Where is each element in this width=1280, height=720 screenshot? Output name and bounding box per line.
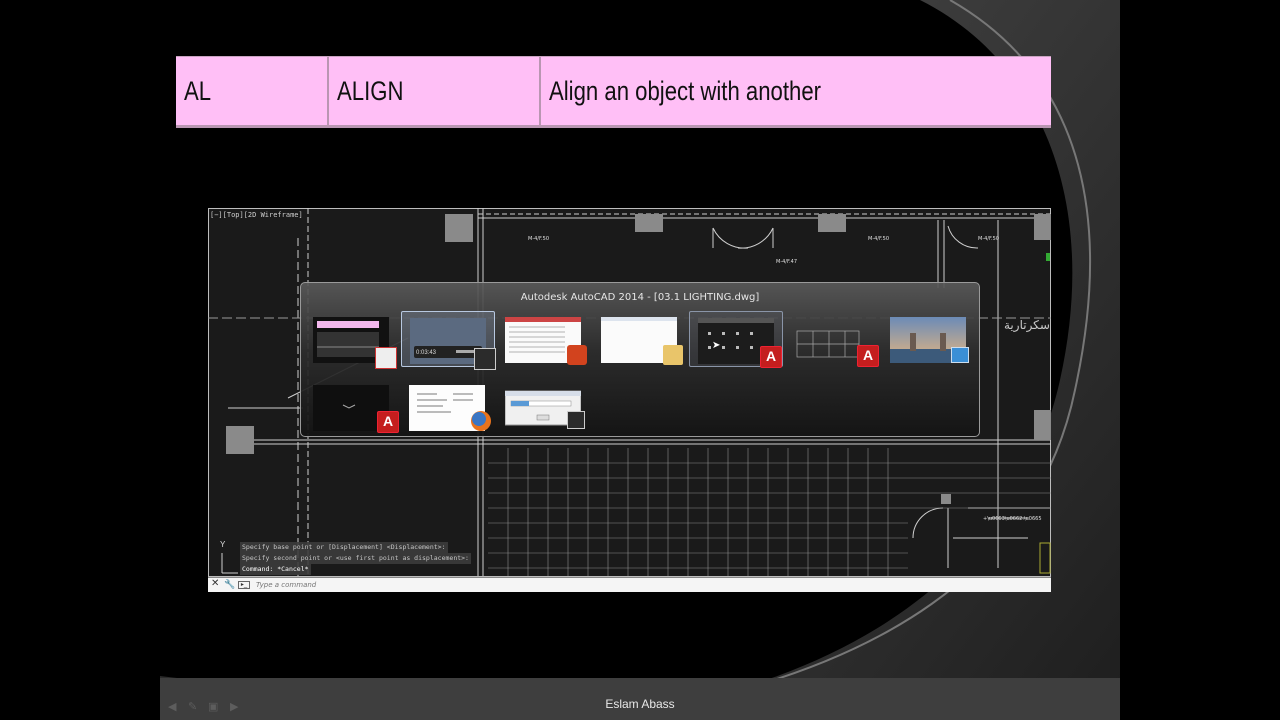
powerpoint-icon (375, 347, 397, 369)
acrobat-icon (567, 345, 587, 365)
video-icon (474, 348, 496, 370)
window-thumb-autocad[interactable]: ➤ (689, 311, 783, 368)
mouse-cursor-icon: ➤ (712, 340, 721, 351)
command-line: ✕ 🔧 ▸_ (208, 577, 1051, 592)
svg-text:M-4/F.50: M-4/F.50 (868, 236, 889, 242)
description-cell: Align an object with another (549, 75, 822, 106)
switcher-title: Autodesk AutoCAD 2014 - [03.1 LIGHTING.d… (520, 292, 760, 303)
command-history: Specify base point or [Displacement] <Di… (240, 542, 471, 575)
photo-viewer-icon (951, 347, 969, 363)
window-thumb-autocad-2[interactable] (785, 311, 879, 367)
autocad-icon (377, 411, 399, 433)
svg-text:+\u0663\u0662.\u0665: +\u0663\u0662.\u0665 (983, 516, 1042, 522)
alias-table-row: AL ALIGN Align an object with another (176, 56, 1051, 128)
prompt-icon[interactable]: ▸_ (238, 581, 250, 589)
command-history-line: Command: *Cancel* (240, 564, 311, 575)
window-thumb-progress-dialog[interactable] (497, 379, 591, 435)
close-icon[interactable]: ✕ (211, 578, 219, 589)
thumb-time: 0:03:43 (416, 350, 437, 356)
firefox-icon (471, 411, 491, 431)
slide: AL ALIGN Align an object with another M-… (160, 0, 1120, 720)
command-history-line: Specify base point or [Displacement] <Di… (240, 542, 448, 553)
folder-icon (663, 345, 683, 365)
video-icon (567, 411, 585, 429)
command-history-line: Specify second point or <use first point… (240, 553, 471, 564)
room-label: سكرتارية (1004, 318, 1050, 332)
wrench-icon[interactable]: 🔧 (224, 579, 235, 590)
window-switcher: Autodesk AutoCAD 2014 - [03.1 LIGHTING.d… (300, 282, 980, 437)
autocad-icon (760, 346, 782, 368)
alias-cell: AL (176, 57, 329, 125)
autocad-icon (857, 345, 879, 367)
window-thumb-photo-viewer[interactable] (881, 311, 975, 367)
window-thumb-explorer[interactable] (593, 311, 687, 367)
window-thumb-autocad-3[interactable] (305, 379, 399, 435)
author-name: Eslam Abass (605, 697, 675, 711)
svg-text:M-4/F.50: M-4/F.50 (528, 236, 549, 242)
y-axis-label: Y (220, 540, 226, 549)
command-input[interactable] (256, 579, 656, 591)
svg-text:M-4/F.50: M-4/F.50 (978, 236, 999, 242)
window-thumb-powerpoint[interactable] (305, 311, 399, 369)
window-thumb-video-player[interactable]: 0:03:43 (401, 311, 496, 370)
viewport-label[interactable]: [−][Top][2D Wireframe] (210, 211, 303, 219)
window-thumb-acrobat[interactable] (497, 311, 591, 367)
command-cell: ALIGN (329, 57, 541, 125)
window-thumb-firefox[interactable] (401, 379, 495, 435)
svg-text:M-4/F.47: M-4/F.47 (776, 259, 797, 265)
